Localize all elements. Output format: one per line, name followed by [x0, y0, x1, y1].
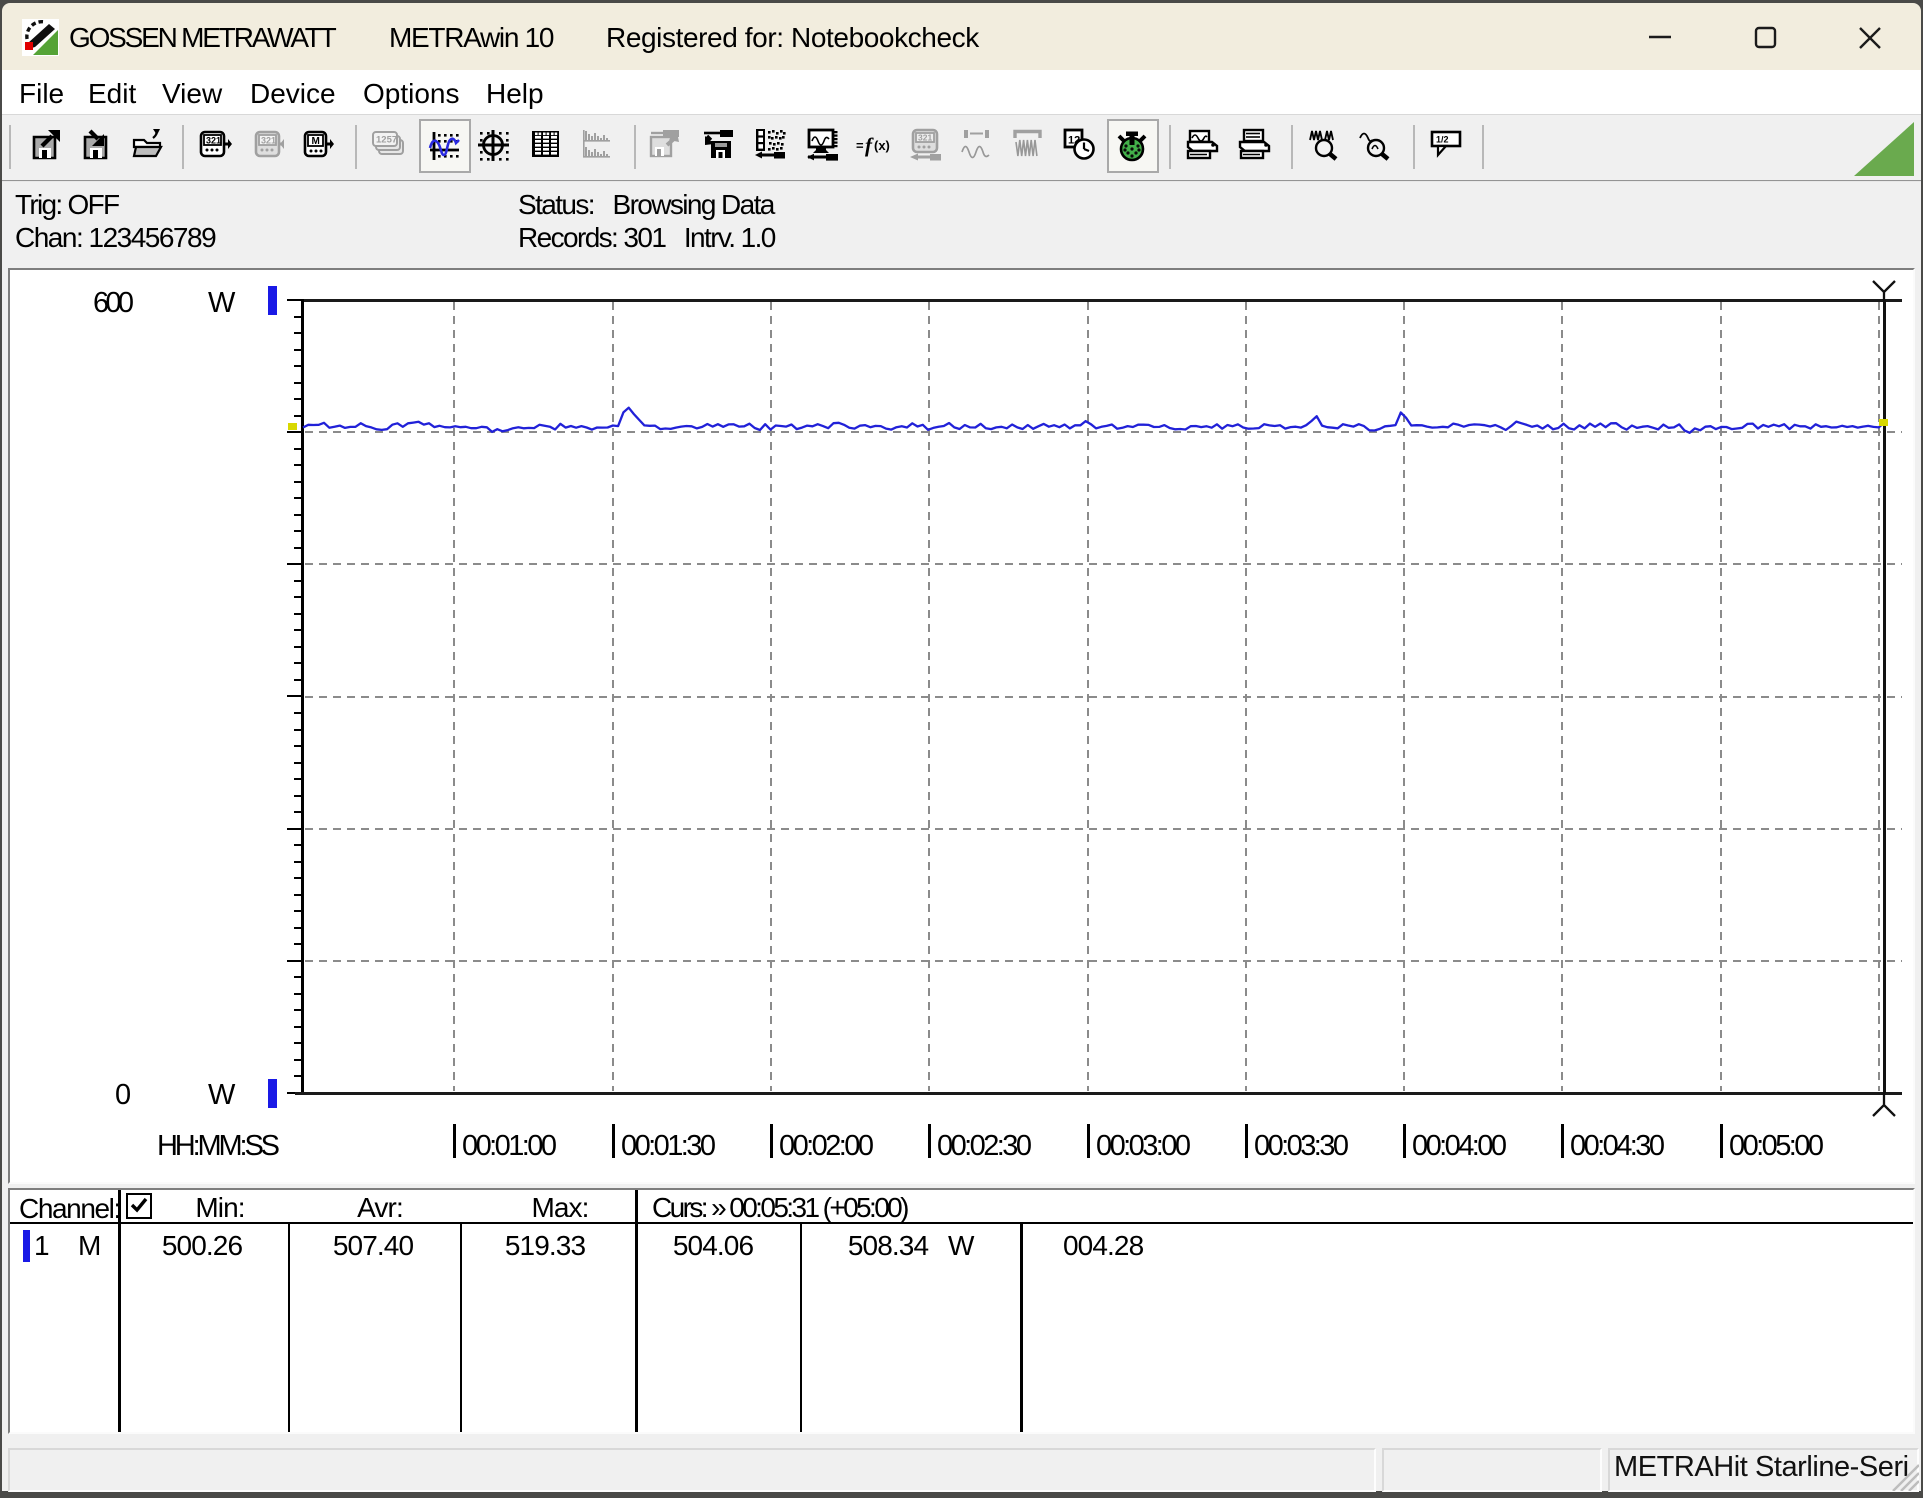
svg-text:0: 0 — [115, 1079, 131, 1111]
svg-text:00:01:30: 00:01:30 — [621, 1130, 716, 1162]
svg-text:00:02:30: 00:02:30 — [937, 1130, 1032, 1162]
svg-text:00:02:00: 00:02:00 — [779, 1130, 874, 1162]
svg-text:00:01:00: 00:01:00 — [462, 1130, 557, 1162]
svg-text:600: 600 — [93, 287, 134, 319]
svg-text:HH:MM:SS: HH:MM:SS — [157, 1130, 280, 1162]
svg-text:00:04:30: 00:04:30 — [1570, 1130, 1665, 1162]
svg-text:00:03:00: 00:03:00 — [1096, 1130, 1191, 1162]
svg-text:W: W — [208, 287, 236, 319]
svg-text:00:03:30: 00:03:30 — [1254, 1130, 1349, 1162]
svg-text:00:04:00: 00:04:00 — [1412, 1130, 1507, 1162]
svg-text:W: W — [208, 1079, 236, 1111]
svg-text:00:05:00: 00:05:00 — [1729, 1130, 1824, 1162]
